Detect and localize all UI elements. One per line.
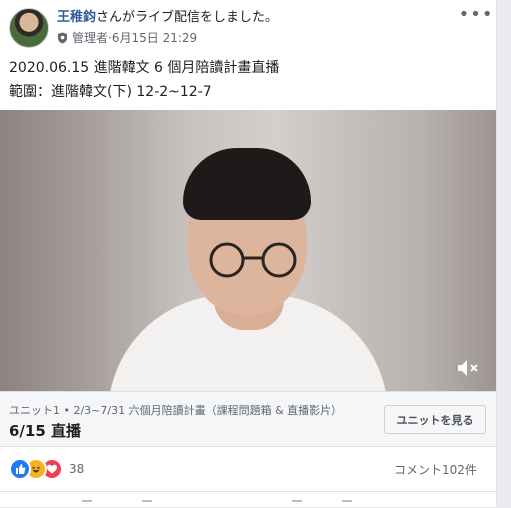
glasses [209,242,297,278]
post-line-title: 2020.06.15 進階韓文 6 個月陪讀計畫直播 [9,60,280,76]
avatar[interactable] [9,8,49,48]
view-unit-button[interactable]: ユニットを見る [384,405,486,434]
more-options-icon[interactable]: ••• [459,4,493,25]
reaction-count: 38 [69,462,85,476]
reactions-summary[interactable]: 38 [9,458,85,480]
video-player[interactable] [0,110,496,391]
admin-role: 管理者 [72,31,109,45]
unit-subtitle: ユニット1 • 2/3~7/31 六個月陪讀計畫（課程問題箱 & 直播影片） [9,404,343,417]
post-card: 王稚鈞さんがライブ配信をしました。 管理者 · 6月15日 21:29 ••• … [0,0,497,507]
author-line: 王稚鈞さんがライブ配信をしました。 [57,9,278,27]
unit-title[interactable]: 6/15 直播 [9,420,81,441]
post-action-text: さんがライブ配信をしました。 [96,10,279,25]
shield-icon [58,32,67,44]
post-action-row [0,491,496,508]
like-icon [9,458,31,480]
post-timestamp[interactable]: 6月15日 21:29 [112,30,197,46]
post-meta: 管理者 · 6月15日 21:29 [57,30,197,46]
post-body: 2020.06.15 進階韓文 6 個月陪讀計畫直播 範圍：進階韓文(下) 12… [9,56,479,104]
speaker-muted-icon[interactable] [456,357,480,379]
person-hair [183,148,311,220]
page-background [497,0,511,507]
comments-count-link[interactable]: コメント102件 [394,461,477,478]
post-header: 王稚鈞さんがライブ配信をしました。 管理者 · 6月15日 21:29 ••• [0,0,496,52]
post-line-range: 範圍：進階韓文(下) 12-2~12-7 [9,84,212,100]
unit-bar: ユニット1 • 2/3~7/31 六個月陪讀計畫（課程問題箱 & 直播影片） 6… [0,391,496,447]
author-name[interactable]: 王稚鈞 [57,10,96,25]
